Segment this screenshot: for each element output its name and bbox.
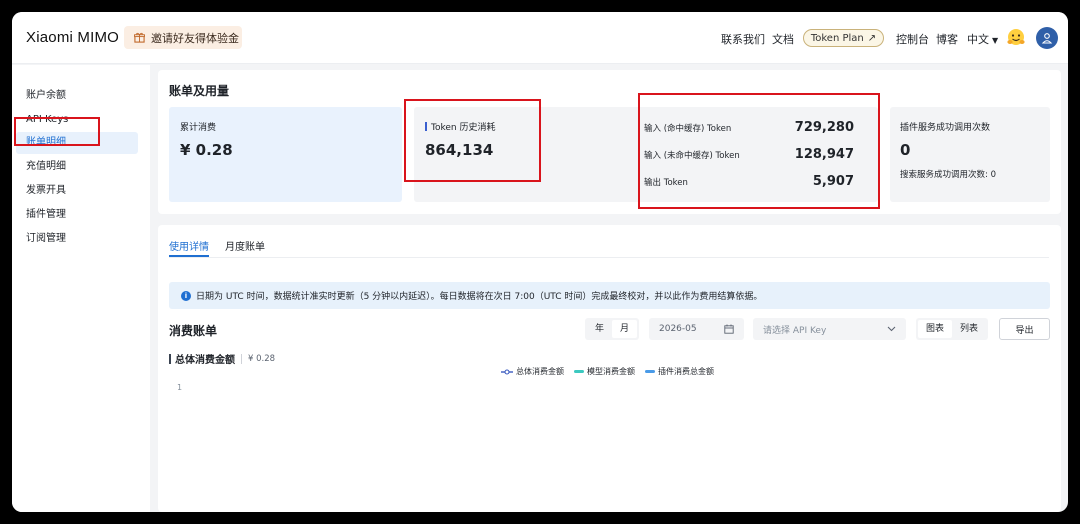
api-key-select[interactable]: 请选择 API Key	[753, 318, 906, 340]
chart-title-marker	[169, 353, 171, 364]
view-toggle: 图表 列表	[916, 318, 989, 340]
plugin-calls-label: 插件服务成功调用次数	[900, 123, 991, 133]
tab-monthly-bill[interactable]: 月度账单	[225, 238, 265, 253]
language-select[interactable]: 中文 ▼	[967, 31, 998, 47]
nav-blog[interactable]: 博客	[936, 31, 958, 47]
calendar-icon	[724, 324, 734, 334]
legend-label: 插件消费总金额	[658, 367, 714, 376]
gift-icon	[134, 32, 145, 43]
period-toggle: 年 月	[585, 318, 640, 340]
tab-divider	[169, 257, 1049, 258]
annotation-box	[638, 93, 880, 209]
info-notice: i 日期为 UTC 时间，数据统计准实时更新（5 分钟以内延迟）。每日数据将在次…	[169, 282, 1050, 309]
hugging-face-icon[interactable]	[1006, 28, 1026, 48]
y-tick-label: 1	[177, 383, 183, 392]
token-plan-label: Token Plan	[810, 32, 864, 44]
chart-title-text: 总体消费金额	[175, 355, 235, 366]
view-chart-button[interactable]: 图表	[918, 320, 953, 338]
chevron-down-icon	[887, 326, 896, 332]
caret-down-icon: ▼	[992, 36, 999, 45]
arrow-up-right-icon: ↗	[867, 32, 877, 44]
user-icon	[1041, 33, 1053, 44]
legend-item-total[interactable]: 总体消费金额	[501, 366, 564, 377]
total-cost-card: 累计消费 ¥ 0.28	[169, 107, 402, 202]
sidebar-item-invoice[interactable]: 发票开具	[26, 180, 66, 202]
period-month-button[interactable]: 月	[612, 320, 638, 338]
token-plan-button[interactable]: Token Plan ↗	[803, 29, 884, 47]
invite-banner[interactable]: 邀请好友得体验金	[124, 26, 242, 49]
chart-legend: 总体消费金额 模型消费金额 插件消费总金额	[501, 366, 714, 377]
legend-item-plugin[interactable]: 插件消费总金额	[645, 366, 714, 377]
avatar[interactable]	[1036, 27, 1058, 49]
legend-item-model[interactable]: 模型消费金额	[574, 366, 635, 377]
top-header: Xiaomi MIMO 邀请好友得体验金 联系我们 文档 Token Plan …	[12, 12, 1068, 64]
bill-title: 消费账单	[169, 324, 218, 338]
nav-docs[interactable]: 文档	[772, 31, 794, 47]
sidebar-item-subscriptions[interactable]: 订阅管理	[26, 228, 66, 250]
tab-usage-details[interactable]: 使用详情	[169, 238, 209, 253]
sidebar-item-recharge[interactable]: 充值明细	[26, 156, 66, 178]
plugin-calls-value: 0	[900, 141, 911, 159]
date-value: 2026-05	[659, 324, 697, 334]
view-list-button[interactable]: 列表	[952, 320, 986, 338]
chart-subtitle: ¥ 0.28	[241, 353, 275, 364]
nav-console[interactable]: 控制台	[896, 31, 929, 47]
invite-label: 邀请好友得体验金	[151, 31, 239, 45]
summary-title: 账单及用量	[169, 84, 230, 98]
legend-swatch	[574, 370, 584, 373]
search-calls-text: 搜索服务成功调用次数: 0	[900, 170, 996, 180]
language-label: 中文	[967, 33, 989, 46]
notice-text: 日期为 UTC 时间，数据统计准实时更新（5 分钟以内延迟）。每日数据将在次日 …	[196, 292, 763, 302]
total-cost-label: 累计消费	[180, 123, 217, 133]
date-picker[interactable]: 2026-05	[649, 318, 744, 340]
period-year-button[interactable]: 年	[587, 320, 612, 338]
legend-label: 总体消费金额	[516, 367, 564, 376]
export-button[interactable]: 导出	[999, 318, 1050, 340]
api-key-placeholder: 请选择 API Key	[763, 325, 827, 336]
sidebar-item-balance[interactable]: 账户余额	[26, 85, 66, 107]
legend-line-marker	[501, 368, 513, 375]
legend-swatch	[645, 370, 655, 373]
plugin-calls-card: 插件服务成功调用次数 0 搜索服务成功调用次数: 0	[890, 107, 1050, 202]
logo[interactable]: Xiaomi MIMO	[26, 29, 119, 46]
sidebar-item-plugins[interactable]: 插件管理	[26, 204, 66, 226]
info-icon: i	[181, 290, 191, 301]
annotation-box	[14, 117, 100, 146]
nav-contact[interactable]: 联系我们	[721, 31, 765, 47]
annotation-box	[404, 99, 541, 182]
legend-label: 模型消费金额	[587, 367, 635, 376]
chart-title: 总体消费金额 ¥ 0.28	[169, 351, 275, 366]
total-cost-value: ¥ 0.28	[180, 141, 233, 159]
